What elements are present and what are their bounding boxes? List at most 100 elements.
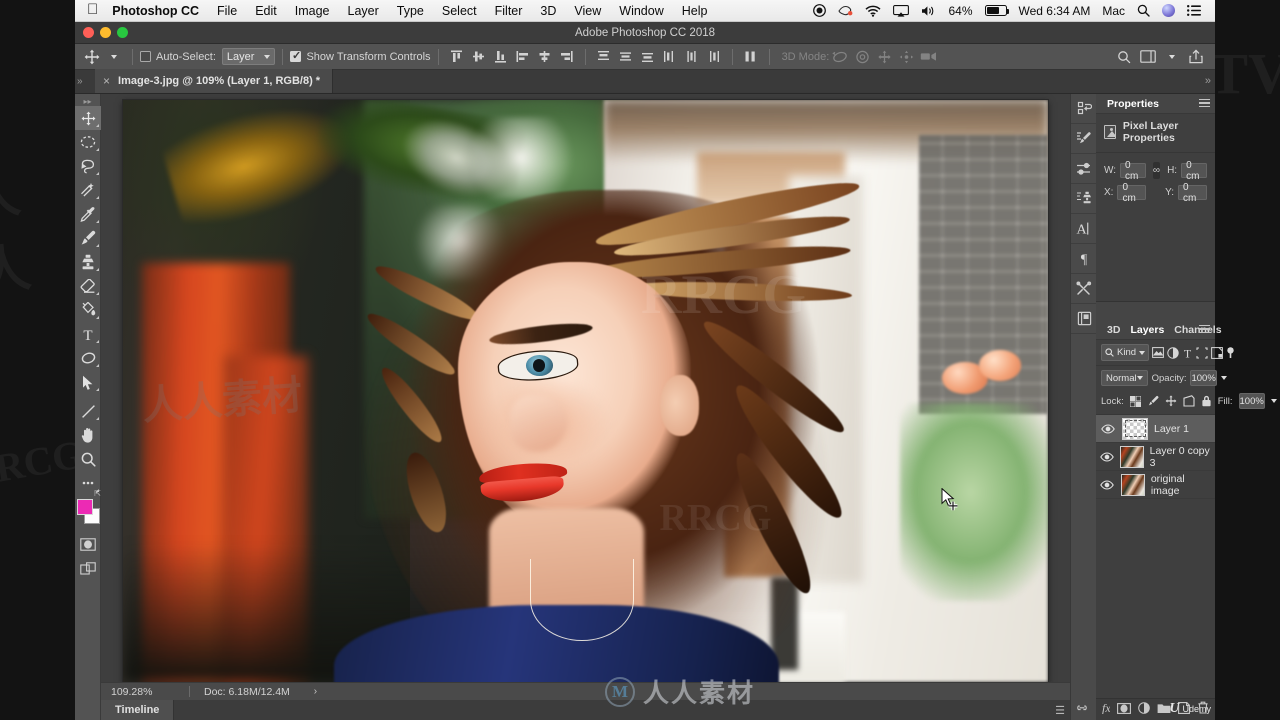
adjustments-icon[interactable] (1071, 154, 1097, 184)
tool-hand-tool[interactable] (75, 423, 101, 447)
tool-quick-selection-tool[interactable] (75, 178, 101, 202)
status-zoom-level[interactable]: 109.28% (111, 686, 189, 698)
apple-icon[interactable]:  (87, 1, 98, 18)
quick-mask-icon[interactable] (75, 532, 101, 556)
siri-icon[interactable] (1156, 4, 1181, 17)
tab-channels[interactable]: Channels (1169, 324, 1226, 336)
paragraph-icon[interactable]: ¶ (1071, 244, 1097, 274)
share-icon[interactable] (1185, 47, 1207, 67)
new-adjustment-layer-icon[interactable] (1138, 701, 1150, 719)
layer-thumbnail[interactable] (1122, 417, 1148, 440)
timeline-panel-menu-icon[interactable]: ☰ (1055, 704, 1065, 717)
menu-item-filter[interactable]: Filter (486, 0, 532, 22)
search-icon[interactable] (1131, 4, 1156, 17)
tool-brush-tool[interactable] (75, 226, 101, 250)
layer-style-icon[interactable]: fx (1096, 701, 1111, 719)
show-transform-checkbox[interactable] (290, 49, 302, 62)
align-bottom-edges-icon[interactable] (490, 47, 512, 67)
auto-select-dropdown[interactable]: Layer (221, 48, 276, 65)
chevron-down-icon[interactable] (1161, 47, 1183, 67)
tool-path-selection-tool[interactable] (75, 370, 101, 394)
menu-item-file[interactable]: File (208, 0, 246, 22)
screen-mode-icon[interactable] (75, 556, 101, 580)
panel-menu-icon[interactable] (1199, 99, 1210, 108)
lock-position-icon[interactable] (1165, 394, 1177, 409)
link-dimensions-icon[interactable]: ∞ (1152, 162, 1161, 179)
panel-menu-icon[interactable] (1199, 325, 1210, 334)
layer-visibility-icon[interactable] (1100, 451, 1114, 462)
airplay-icon[interactable] (887, 4, 915, 17)
record-icon[interactable] (807, 4, 832, 17)
move-tool-icon[interactable] (81, 47, 103, 67)
menu-item-select[interactable]: Select (433, 0, 486, 22)
filter-pixel-icon[interactable] (1152, 345, 1164, 360)
menu-item-3d[interactable]: 3D (531, 0, 565, 22)
distribute-bottom-icon[interactable] (637, 47, 659, 67)
align-horizontal-centers-icon[interactable] (534, 47, 556, 67)
menu-item-view[interactable]: View (565, 0, 610, 22)
character-icon[interactable]: A (1071, 214, 1097, 244)
align-left-edges-icon[interactable] (512, 47, 534, 67)
layer-thumbnail[interactable] (1120, 473, 1145, 496)
dropbox-icon[interactable] (832, 4, 859, 17)
history-icon[interactable] (1071, 94, 1097, 124)
tab-properties[interactable]: Properties (1102, 98, 1164, 110)
tool-ellipse-tool[interactable] (75, 346, 101, 370)
tab-3d[interactable]: 3D (1102, 324, 1125, 336)
menu-item-help[interactable]: Help (673, 0, 717, 22)
menu-item-app-name[interactable]: Photoshop CC (110, 0, 208, 22)
align-right-edges-icon[interactable] (556, 47, 578, 67)
tool-type-tool[interactable]: T (75, 322, 101, 346)
tool-line-tool[interactable] (75, 399, 101, 423)
menu-item-edit[interactable]: Edit (246, 0, 286, 22)
layer-visibility-icon[interactable] (1100, 479, 1115, 490)
layer-name[interactable]: Layer 1 (1154, 423, 1189, 435)
tab-arrange-icon[interactable]: » (1205, 75, 1211, 87)
fill-chevron-down-icon[interactable] (1270, 399, 1277, 403)
link-layers-icon[interactable] (1075, 701, 1089, 719)
lock-transparent-pixels-icon[interactable] (1129, 394, 1141, 409)
distribute-vertical-center-icon[interactable] (615, 47, 637, 67)
filter-smart-object-icon[interactable] (1211, 345, 1223, 360)
tab-layers[interactable]: Layers (1125, 324, 1169, 336)
wifi-icon[interactable] (859, 5, 887, 17)
menu-item-type[interactable]: Type (388, 0, 433, 22)
layer-thumbnail[interactable] (1120, 445, 1144, 468)
clone-source-icon[interactable] (1071, 184, 1097, 214)
tool-preset-caret-icon[interactable] (103, 47, 125, 67)
tool-move-tool[interactable] (75, 106, 101, 130)
distribute-left-icon[interactable] (659, 47, 681, 67)
layer-name[interactable]: original image (1151, 473, 1211, 497)
tool-elliptical-marquee-tool[interactable] (75, 130, 101, 154)
brush-settings-icon[interactable] (1071, 124, 1097, 154)
tab-timeline[interactable]: Timeline (101, 700, 175, 720)
menu-clock[interactable]: Wed 6:34 AM (1013, 4, 1097, 18)
status-doc-info[interactable]: Doc: 6.18M/12.4M (204, 686, 290, 698)
menu-user[interactable]: Mac (1096, 4, 1131, 18)
opacity-chevron-down-icon[interactable] (1220, 376, 1227, 380)
tool-presets-icon[interactable] (1071, 274, 1097, 304)
x-field[interactable]: 0 cm (1117, 182, 1147, 204)
tool-clone-stamp-tool[interactable] (75, 250, 101, 274)
lock-image-pixels-icon[interactable] (1147, 394, 1159, 409)
distribute-top-icon[interactable] (593, 47, 615, 67)
tool-eyedropper-tool[interactable] (75, 202, 101, 226)
align-top-edges-icon[interactable] (446, 47, 468, 67)
distribute-spacing-icon[interactable] (740, 47, 762, 67)
table-row[interactable]: original image (1096, 471, 1215, 499)
control-center-icon[interactable] (1181, 5, 1207, 16)
filter-adjustment-icon[interactable] (1167, 345, 1179, 360)
battery-icon[interactable] (979, 5, 1013, 16)
distribute-horizontal-center-icon[interactable] (681, 47, 703, 67)
document-tab[interactable]: × Image-3.jpg @ 109% (Layer 1, RGB/8) * (95, 69, 334, 93)
fill-value[interactable]: 100% (1238, 393, 1265, 409)
menu-item-layer[interactable]: Layer (339, 0, 388, 22)
blend-mode-dropdown[interactable]: Normal (1101, 370, 1148, 386)
volume-icon[interactable] (915, 5, 942, 17)
layer-visibility-icon[interactable] (1100, 423, 1116, 434)
layer-name[interactable]: Layer 0 copy 3 (1150, 445, 1211, 469)
canvas-area[interactable]: 人人素材 RRCG RRCG (101, 94, 1070, 682)
menu-item-image[interactable]: Image (286, 0, 339, 22)
height-field[interactable]: 0 cm (1181, 160, 1207, 182)
filter-shape-icon[interactable] (1196, 345, 1208, 360)
